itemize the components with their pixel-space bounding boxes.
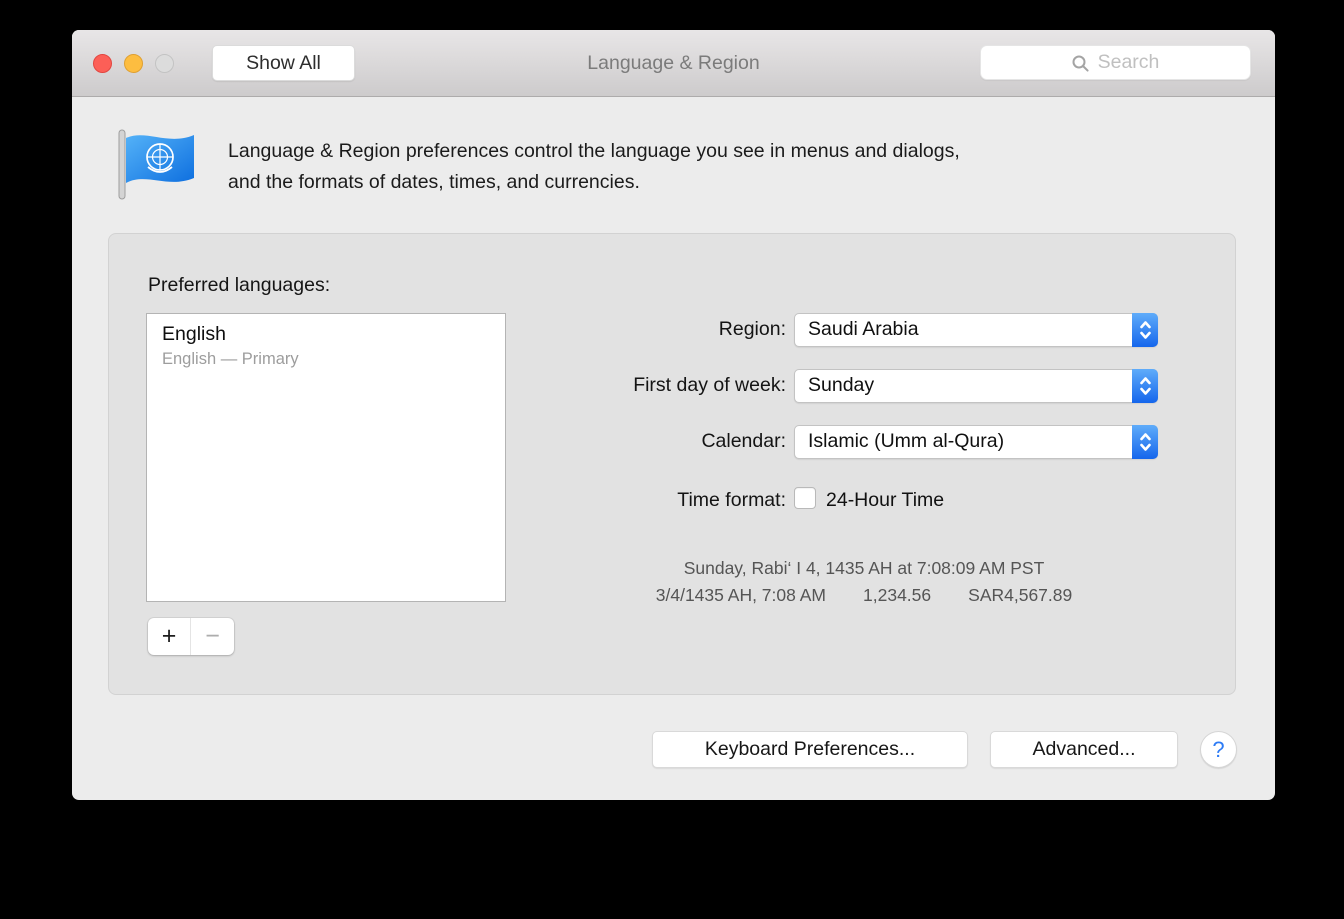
calendar-value: Islamic (Umm al-Qura) — [808, 430, 1004, 453]
first-day-label: First day of week: — [509, 374, 786, 397]
advanced-button[interactable]: Advanced... — [990, 731, 1178, 768]
preferred-languages-label: Preferred languages: — [148, 274, 330, 297]
keyboard-preferences-button[interactable]: Keyboard Preferences... — [652, 731, 968, 768]
intro-line-2: and the formats of dates, times, and cur… — [228, 167, 1208, 198]
remove-language-button: − — [191, 618, 234, 655]
sample-short-formats: 3/4/1435 AH, 7:08 AM 1,234.56 SAR4,567.89 — [614, 582, 1114, 609]
title-bar: Show All Language & Region — [72, 30, 1275, 97]
sample-full-date: Sunday, Rabi‘ I 4, 1435 AH at 7:08:09 AM… — [614, 555, 1114, 582]
search-icon — [1071, 54, 1090, 73]
list-item[interactable]: English English — Primary — [147, 314, 505, 369]
intro-line-1: Language & Region preferences control th… — [228, 136, 1208, 167]
add-language-button[interactable]: + — [148, 618, 191, 655]
region-label: Region: — [509, 318, 786, 341]
search-input[interactable] — [981, 46, 1250, 79]
sample-currency: SAR4,567.89 — [968, 585, 1072, 605]
24-hour-time-option-label: 24-Hour Time — [826, 489, 944, 512]
language-name: English — [162, 323, 490, 346]
un-flag-icon — [112, 125, 200, 205]
add-remove-group: + − — [148, 618, 234, 655]
first-day-popup[interactable]: Sunday — [794, 369, 1158, 403]
help-button[interactable]: ? — [1200, 731, 1237, 768]
region-value: Saudi Arabia — [808, 318, 919, 341]
preferences-window: Show All Language & Region Language & Re… — [72, 30, 1275, 800]
first-day-value: Sunday — [808, 374, 874, 397]
settings-panel: Preferred languages: English English — P… — [108, 233, 1236, 695]
stepper-chevrons-icon — [1132, 425, 1158, 459]
format-sample: Sunday, Rabi‘ I 4, 1435 AH at 7:08:09 AM… — [614, 555, 1114, 608]
zoom-button-disabled — [155, 54, 174, 73]
stepper-chevrons-icon — [1132, 369, 1158, 403]
sample-number: 1,234.56 — [863, 585, 931, 605]
sample-short-date-time: 3/4/1435 AH, 7:08 AM — [656, 585, 826, 605]
calendar-popup[interactable]: Islamic (Umm al-Qura) — [794, 425, 1158, 459]
show-all-button[interactable]: Show All — [212, 45, 355, 81]
stepper-chevrons-icon — [1132, 313, 1158, 347]
close-button[interactable] — [93, 54, 112, 73]
search-field[interactable] — [980, 45, 1251, 80]
preferred-languages-list[interactable]: English English — Primary — [146, 313, 506, 602]
region-popup[interactable]: Saudi Arabia — [794, 313, 1158, 347]
window-title: Language & Region — [587, 30, 759, 97]
minimize-button[interactable] — [124, 54, 143, 73]
time-format-label: Time format: — [509, 489, 786, 512]
intro-description: Language & Region preferences control th… — [228, 136, 1208, 197]
traffic-lights — [93, 54, 174, 73]
desktop-background: { "titlebar": { "show_all_label": "Show … — [0, 0, 1344, 919]
24-hour-time-checkbox[interactable] — [794, 487, 816, 509]
language-detail: English — Primary — [162, 350, 490, 369]
calendar-label: Calendar: — [509, 430, 786, 453]
